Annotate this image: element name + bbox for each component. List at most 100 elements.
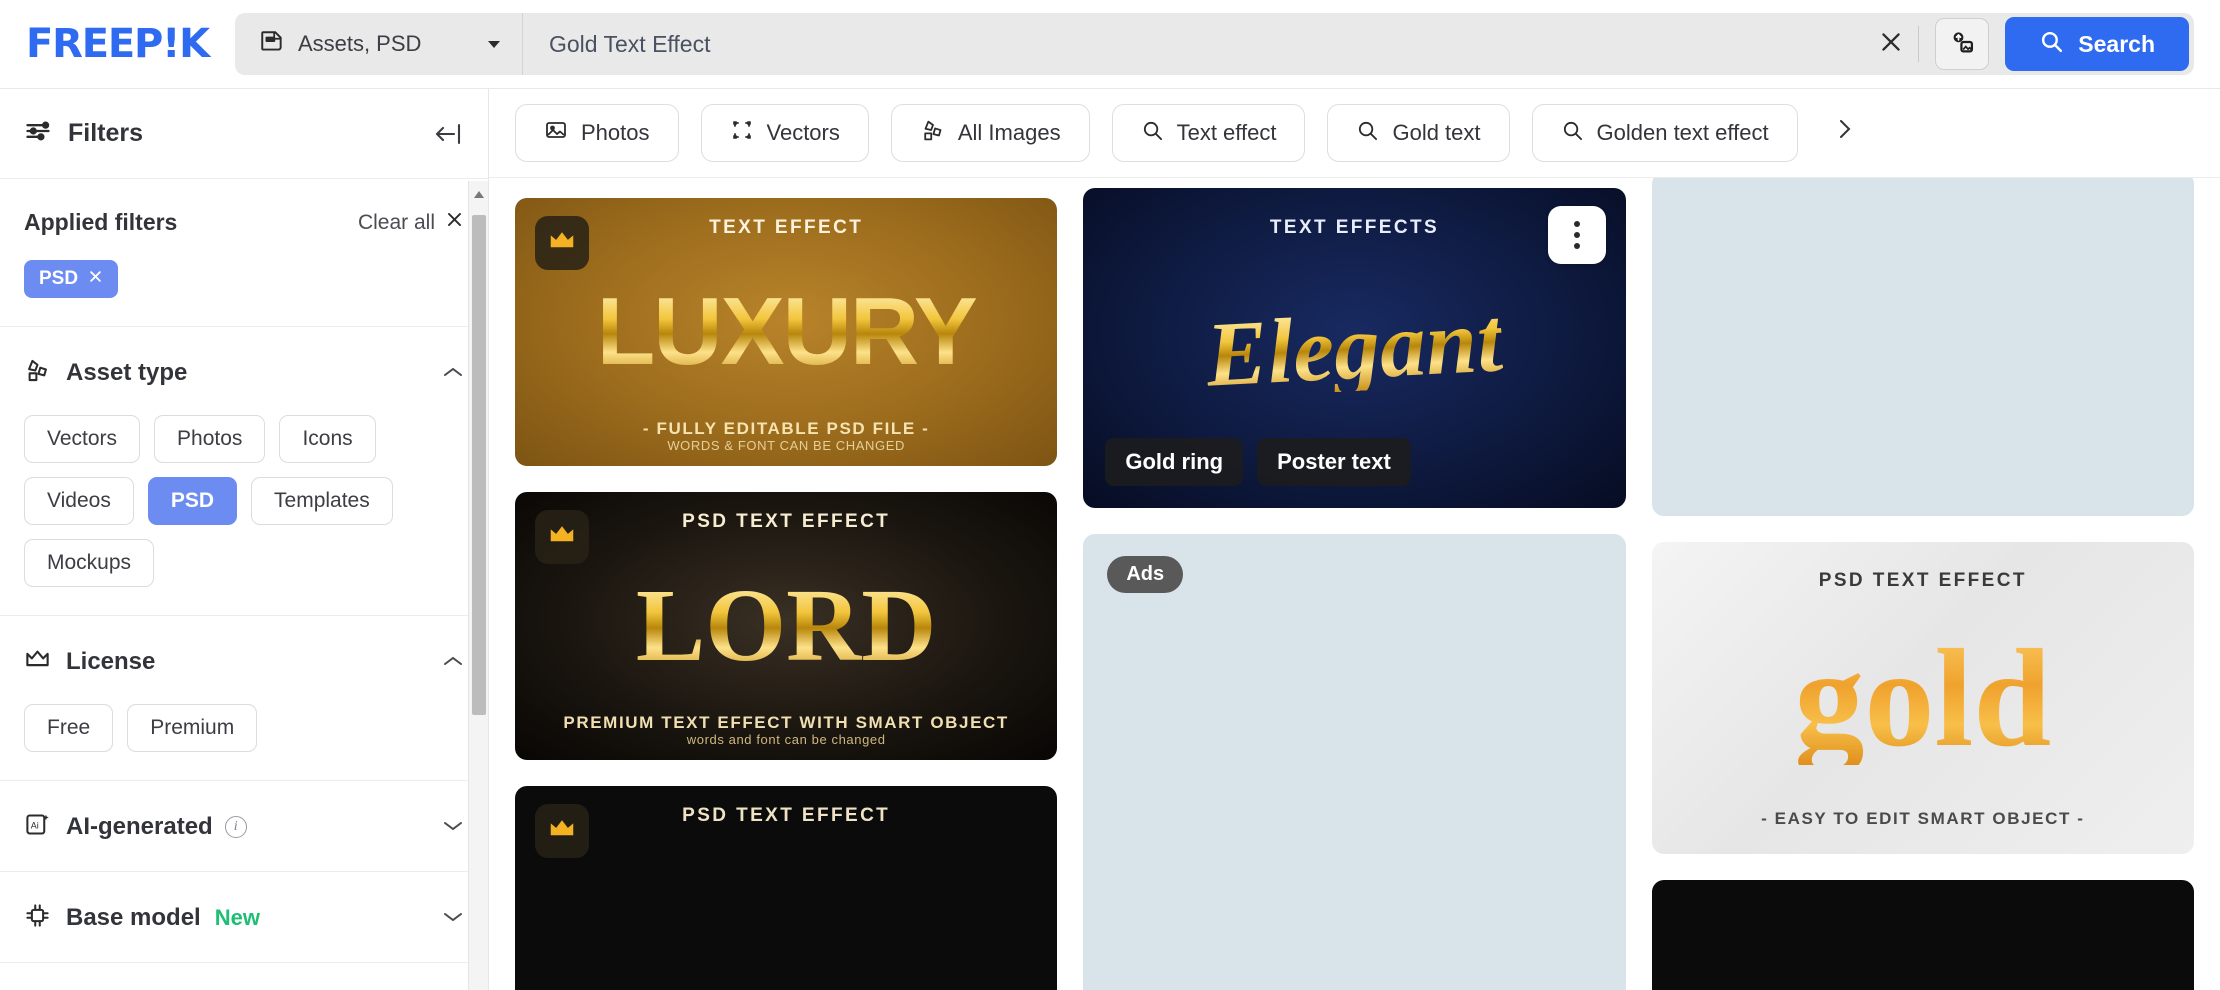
asset-type-videos[interactable]: Videos <box>24 477 134 525</box>
crown-icon <box>547 814 577 849</box>
three-dots-icon <box>1574 243 1580 249</box>
vector-nodes-icon <box>730 118 754 148</box>
applied-filters-section: Applied filters Clear all PSD <box>0 179 488 327</box>
luxury-card[interactable]: TEXT EFFECT LUXURY - FULLY EDITABLE PSD … <box>515 198 1057 466</box>
chevron-right-icon[interactable] <box>1826 114 1864 152</box>
asset-type-icons[interactable]: Icons <box>279 415 375 463</box>
filters-scroll-area: Applied filters Clear all PSD <box>0 179 488 990</box>
facet-ai-generated-title: AI-generated <box>66 813 213 841</box>
results-column-1: INSTANT EFFECT TEXT EFFECT LUXURY - FULL… <box>515 178 1057 990</box>
facet-license-title: License <box>66 648 155 676</box>
info-icon[interactable]: i <box>225 816 247 838</box>
chip-golden-text-effect[interactable]: Golden text effect <box>1532 104 1798 162</box>
search-bar: Assets, PSD <box>235 13 2194 75</box>
card-caption-top: PSD TEXT EFFECT <box>1652 570 2194 592</box>
card-caption-bottom-2: words and font can be changed <box>515 732 1057 747</box>
search-icon <box>1141 119 1164 148</box>
asset-type-options: Vectors Photos Icons Videos PSD Template… <box>24 415 464 587</box>
chip-icon <box>24 902 51 934</box>
freepik-logo[interactable]: FREEP!K <box>26 21 209 67</box>
facet-base-model-header[interactable]: Base model New <box>24 902 464 934</box>
facet-ai-generated-header[interactable]: Ai AI-generated i <box>24 811 464 843</box>
chevron-down-icon <box>442 818 464 837</box>
chip-gold-text[interactable]: Gold text <box>1327 104 1509 162</box>
license-premium[interactable]: Premium <box>127 704 257 752</box>
chip-all-images[interactable]: All Images <box>891 104 1090 162</box>
divider <box>1918 26 1919 62</box>
search-scope-dropdown[interactable]: Assets, PSD <box>235 13 523 75</box>
elegant-card[interactable]: TEXT EFFECTS Elegant Gold ring Poster te… <box>1083 188 1625 508</box>
clear-all-label: Clear all <box>358 211 435 235</box>
search-icon <box>1561 119 1584 148</box>
three-dots-icon <box>1574 232 1580 238</box>
clear-all-button[interactable]: Clear all <box>358 210 464 235</box>
chip-text-effect[interactable]: Text effect <box>1112 104 1306 162</box>
crown-icon <box>547 226 577 261</box>
card-caption-top: PSD TEXT EFFECT <box>515 805 1057 827</box>
sidebar-scrollbar[interactable] <box>468 181 488 990</box>
chevron-down-icon <box>442 909 464 928</box>
image-search-button[interactable] <box>1935 18 1989 70</box>
chip-text-effect-label: Text effect <box>1177 120 1277 146</box>
asset-type-templates[interactable]: Templates <box>251 477 393 525</box>
results-column-3: PSD TEXT EFFECT gold - EASY TO EDIT SMAR… <box>1652 178 2194 990</box>
card-caption-bottom: - FULLY EDITABLE PSD FILE - <box>515 419 1057 439</box>
results-area: Photos Vectors <box>489 88 2220 990</box>
chip-photos[interactable]: Photos <box>515 104 679 162</box>
applied-chip-psd[interactable]: PSD <box>24 260 118 298</box>
related-tag-poster-text[interactable]: Poster text <box>1257 438 1411 486</box>
collapse-sidebar-button[interactable] <box>432 121 464 147</box>
svg-text:Ai: Ai <box>31 820 39 830</box>
close-icon <box>88 268 103 290</box>
sidebar-scrollbar-thumb[interactable] <box>472 215 486 715</box>
card-caption-bottom: PREMIUM TEXT EFFECT WITH SMART OBJECT <box>515 713 1057 733</box>
results-grid: INSTANT EFFECT TEXT EFFECT LUXURY - FULL… <box>489 178 2220 990</box>
card-caption-top: PSD TEXT EFFECT <box>515 511 1057 533</box>
facet-asset-type-header[interactable]: Asset type <box>24 357 464 389</box>
lord-card[interactable]: PSD TEXT EFFECT LORD PREMIUM TEXT EFFECT… <box>515 492 1057 760</box>
chip-vectors[interactable]: Vectors <box>701 104 869 162</box>
close-icon <box>1878 29 1904 60</box>
applied-chip-label: PSD <box>39 268 78 290</box>
related-tags: Gold ring Poster text <box>1105 438 1410 486</box>
all-images-icon <box>920 118 945 149</box>
facet-license-header[interactable]: License <box>24 646 464 678</box>
asset-type-psd[interactable]: PSD <box>148 477 237 525</box>
results-column-2: TEXT EFFECTS Elegant Gold ring Poster te… <box>1083 178 1625 990</box>
dark-text-effect-card[interactable]: PSD TEXT EFFECT <box>515 786 1057 990</box>
clear-search-button[interactable] <box>1864 17 1918 71</box>
page-body: Filters Applied filters Clear all <box>0 88 2220 990</box>
card-art-word: LUXURY <box>597 286 976 377</box>
card-caption-top: TEXT EFFECT <box>515 217 1057 239</box>
premium-badge <box>535 216 589 270</box>
license-free[interactable]: Free <box>24 704 113 752</box>
image-upload-search-icon <box>1948 28 1976 61</box>
three-dots-icon <box>1574 221 1580 227</box>
asset-type-vectors[interactable]: Vectors <box>24 415 140 463</box>
suggestion-chip-row: Photos Vectors <box>489 88 2220 178</box>
related-tag-gold-ring[interactable]: Gold ring <box>1105 438 1243 486</box>
chevron-down-icon <box>488 41 500 48</box>
scroll-up-arrow-icon[interactable] <box>474 191 484 198</box>
dark-card-right[interactable] <box>1652 880 2194 990</box>
facet-asset-type-title: Asset type <box>66 359 187 387</box>
base-model-new-badge: New <box>215 905 260 931</box>
search-input[interactable] <box>523 31 1864 58</box>
asset-type-mockups[interactable]: Mockups <box>24 539 154 587</box>
crown-icon <box>547 520 577 555</box>
asset-type-photos[interactable]: Photos <box>154 415 265 463</box>
photo-icon <box>544 118 568 148</box>
filters-header: Filters <box>0 89 488 179</box>
search-button[interactable]: Search <box>2005 17 2189 71</box>
ad-slot-card-top[interactable] <box>1652 178 2194 516</box>
chip-photos-label: Photos <box>581 120 650 146</box>
search-button-label: Search <box>2078 31 2155 58</box>
card-art-word: LORD <box>636 577 936 676</box>
card-caption-bottom-2: WORDS & FONT CAN BE CHANGED <box>515 438 1057 453</box>
ads-label: Ads <box>1107 556 1183 593</box>
top-bar: FREEP!K Assets, PSD <box>0 0 2220 88</box>
ad-slot-card[interactable]: Ads <box>1083 534 1625 990</box>
card-menu-button[interactable] <box>1548 206 1606 264</box>
gold-card[interactable]: PSD TEXT EFFECT gold - EASY TO EDIT SMAR… <box>1652 542 2194 854</box>
card-caption-top: TEXT EFFECTS <box>1083 217 1625 239</box>
